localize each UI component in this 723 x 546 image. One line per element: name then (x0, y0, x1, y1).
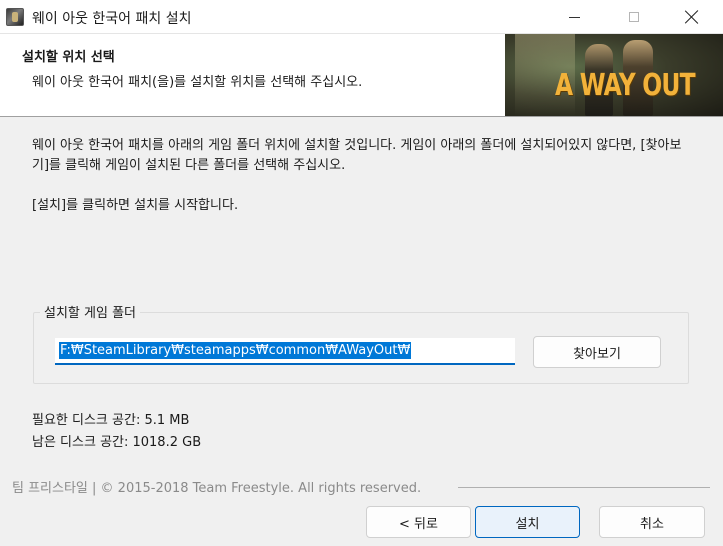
folder-group-label: 설치할 게임 폴더 (40, 302, 140, 321)
maximize-button (611, 0, 657, 34)
branding-text: 팀 프리스타일 | © 2015-2018 Team Freestyle. Al… (12, 481, 422, 496)
cancel-button[interactable]: 취소 (599, 506, 705, 538)
install-hint: [설치]를 클릭하면 설치를 시작합니다. (32, 198, 239, 213)
page-title: 설치할 위치 선택 (22, 50, 115, 65)
wizard-header: 설치할 위치 선택 웨이 아웃 한국어 패치(을)를 설치할 위치를 선택해 주… (0, 34, 723, 117)
app-icon (6, 8, 24, 26)
minimize-button[interactable] (551, 0, 597, 34)
footer-divider (458, 487, 710, 488)
close-button[interactable] (669, 0, 715, 34)
page-subtitle: 웨이 아웃 한국어 패치(을)를 설치할 위치를 선택해 주십시오. (32, 75, 363, 90)
game-banner-image: A WAY OUT (505, 34, 723, 116)
game-logo: A WAY OUT (555, 68, 696, 103)
minimize-icon (568, 16, 580, 18)
space-available: 남은 디스크 공간: 1018.2 GB (32, 435, 202, 450)
browse-button[interactable]: 찾아보기 (533, 336, 661, 368)
install-button[interactable]: 설치 (475, 506, 580, 538)
install-description: 웨이 아웃 한국어 패치를 아래의 게임 폴더 위치에 설치할 것입니다. 게임… (32, 138, 682, 173)
maximize-icon (629, 12, 639, 22)
close-icon (685, 10, 699, 24)
title-bar: 웨이 아웃 한국어 패치 설치 (0, 0, 723, 34)
window-title: 웨이 아웃 한국어 패치 설치 (32, 11, 192, 27)
back-button[interactable]: < 뒤로 (366, 506, 471, 538)
space-required: 필요한 디스크 공간: 5.1 MB (32, 413, 190, 428)
install-folder-path: F:₩SteamLibrary₩steamapps₩common₩AWayOut… (59, 342, 412, 359)
install-folder-input[interactable]: F:₩SteamLibrary₩steamapps₩common₩AWayOut… (55, 338, 515, 365)
